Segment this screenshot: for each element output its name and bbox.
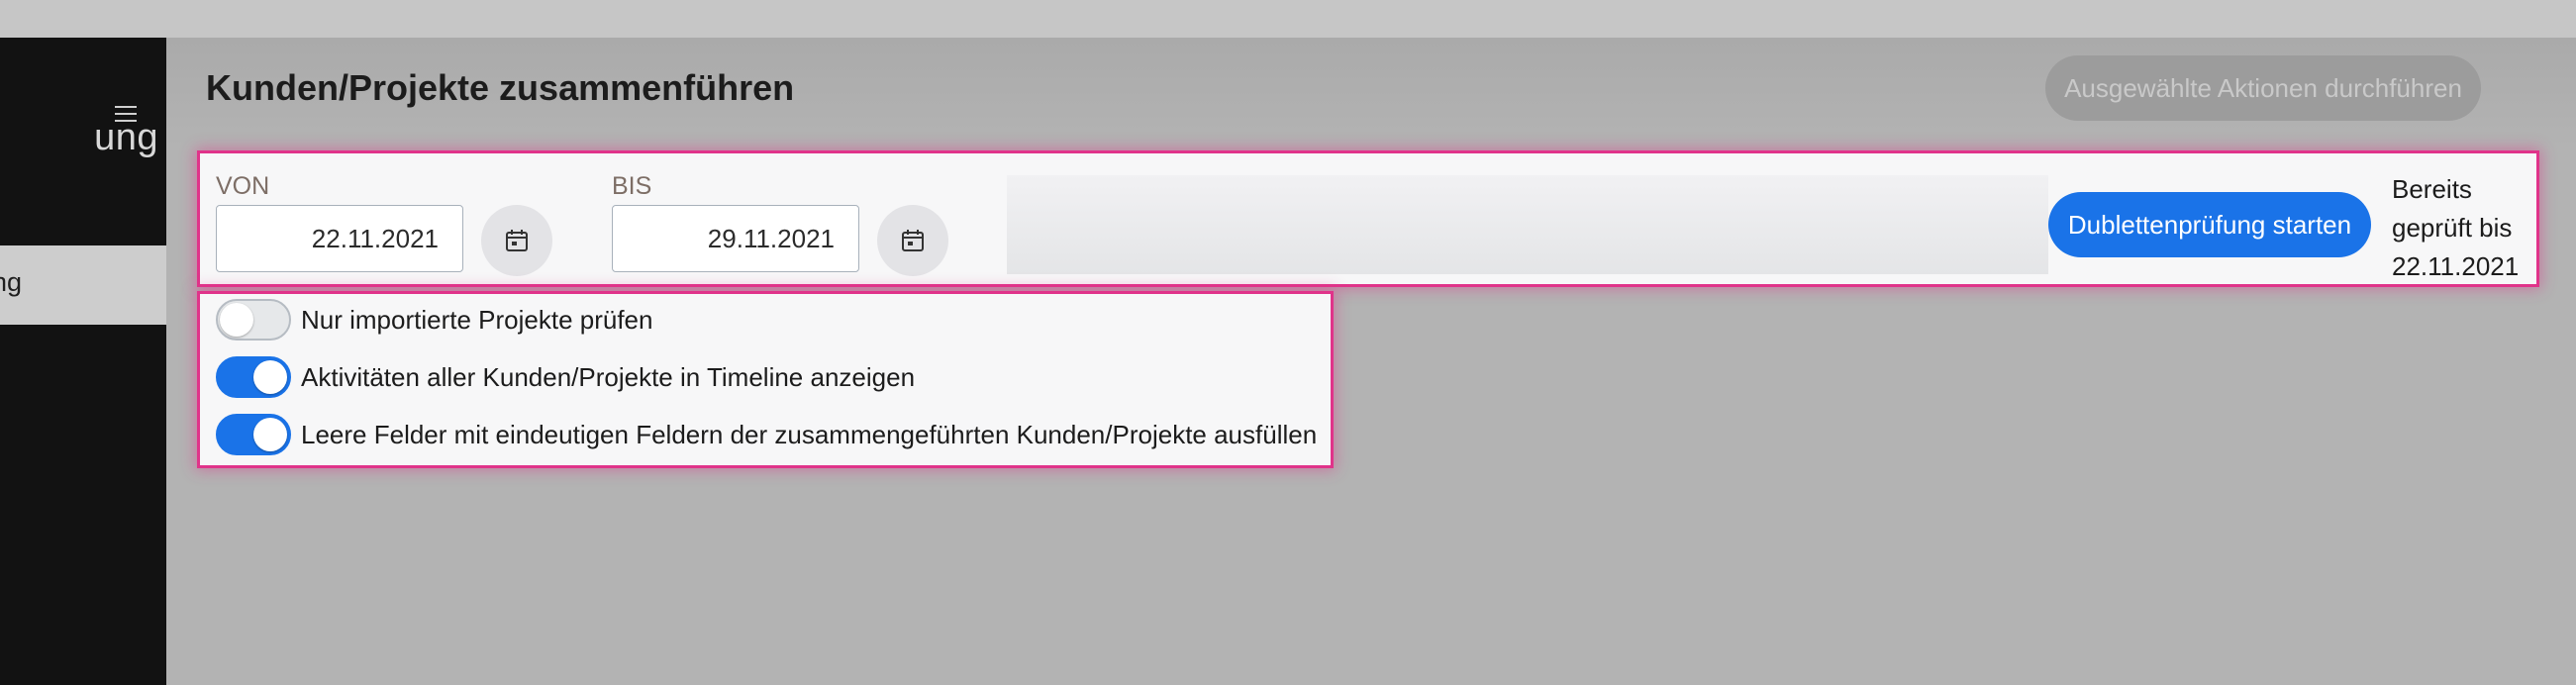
toggle-imported-projects-only[interactable] — [216, 299, 291, 341]
sidebar-item-label: ng — [0, 267, 23, 297]
perform-selected-actions-button[interactable]: Ausgewählte Aktionen durchführen — [2045, 55, 2481, 121]
option-label-imported-projects-only: Nur importierte Projekte prüfen — [301, 305, 653, 335]
checked-until-line2: geprüft bis — [2392, 213, 2513, 243]
to-calendar-button[interactable] — [877, 205, 948, 276]
from-calendar-button[interactable] — [481, 205, 552, 276]
toggle-fill-empty-fields[interactable] — [216, 414, 291, 455]
calendar-icon — [506, 230, 528, 251]
sidebar: ung ng — [0, 38, 166, 685]
checked-until-line1: Bereits — [2392, 174, 2472, 204]
from-date-input[interactable]: 22.11.2021 — [216, 205, 463, 272]
toggle-knob — [220, 303, 253, 337]
to-date-input[interactable]: 29.11.2021 — [612, 205, 859, 272]
from-label: VON — [216, 172, 270, 200]
start-duplicate-check-button[interactable]: Dublettenprüfung starten — [2048, 192, 2371, 257]
to-label: BIS — [612, 172, 652, 200]
duplicate-check-progress-bar — [1007, 175, 2048, 274]
toggle-knob — [253, 360, 287, 394]
option-label-fill-empty-fields: Leere Felder mit eindeutigen Feldern der… — [301, 420, 1318, 449]
page-title: Kunden/Projekte zusammenführen — [206, 67, 795, 108]
toggle-show-all-activities-timeline[interactable] — [216, 356, 291, 398]
browser-top-bar — [0, 0, 2576, 38]
hamburger-menu-icon[interactable] — [111, 99, 141, 129]
option-label-show-all-activities-timeline: Aktivitäten aller Kunden/Projekte in Tim… — [301, 362, 916, 392]
checked-until-status: Bereits geprüft bis 22.11.2021 — [2392, 170, 2530, 286]
toggle-knob — [253, 418, 287, 451]
calendar-icon — [902, 230, 924, 251]
sidebar-item-active[interactable]: ng — [0, 245, 166, 325]
checked-until-date: 22.11.2021 — [2392, 251, 2520, 281]
